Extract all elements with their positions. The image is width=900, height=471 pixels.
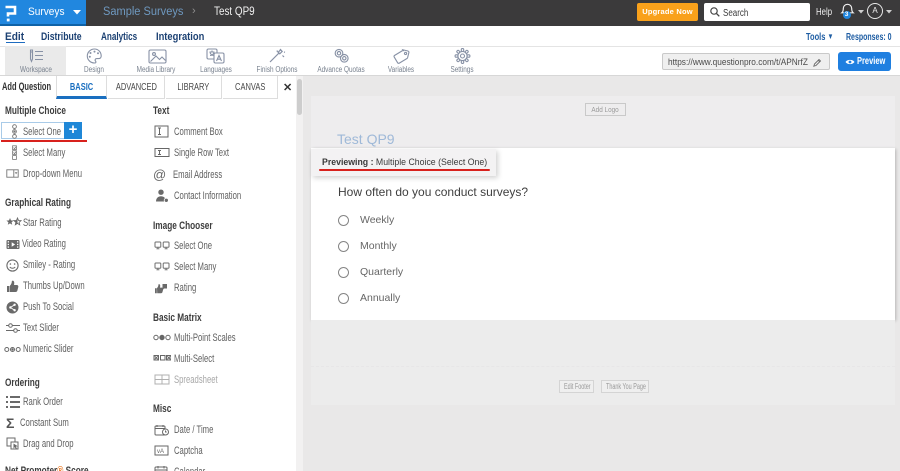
svg-text:vA: vA: [157, 449, 164, 455]
